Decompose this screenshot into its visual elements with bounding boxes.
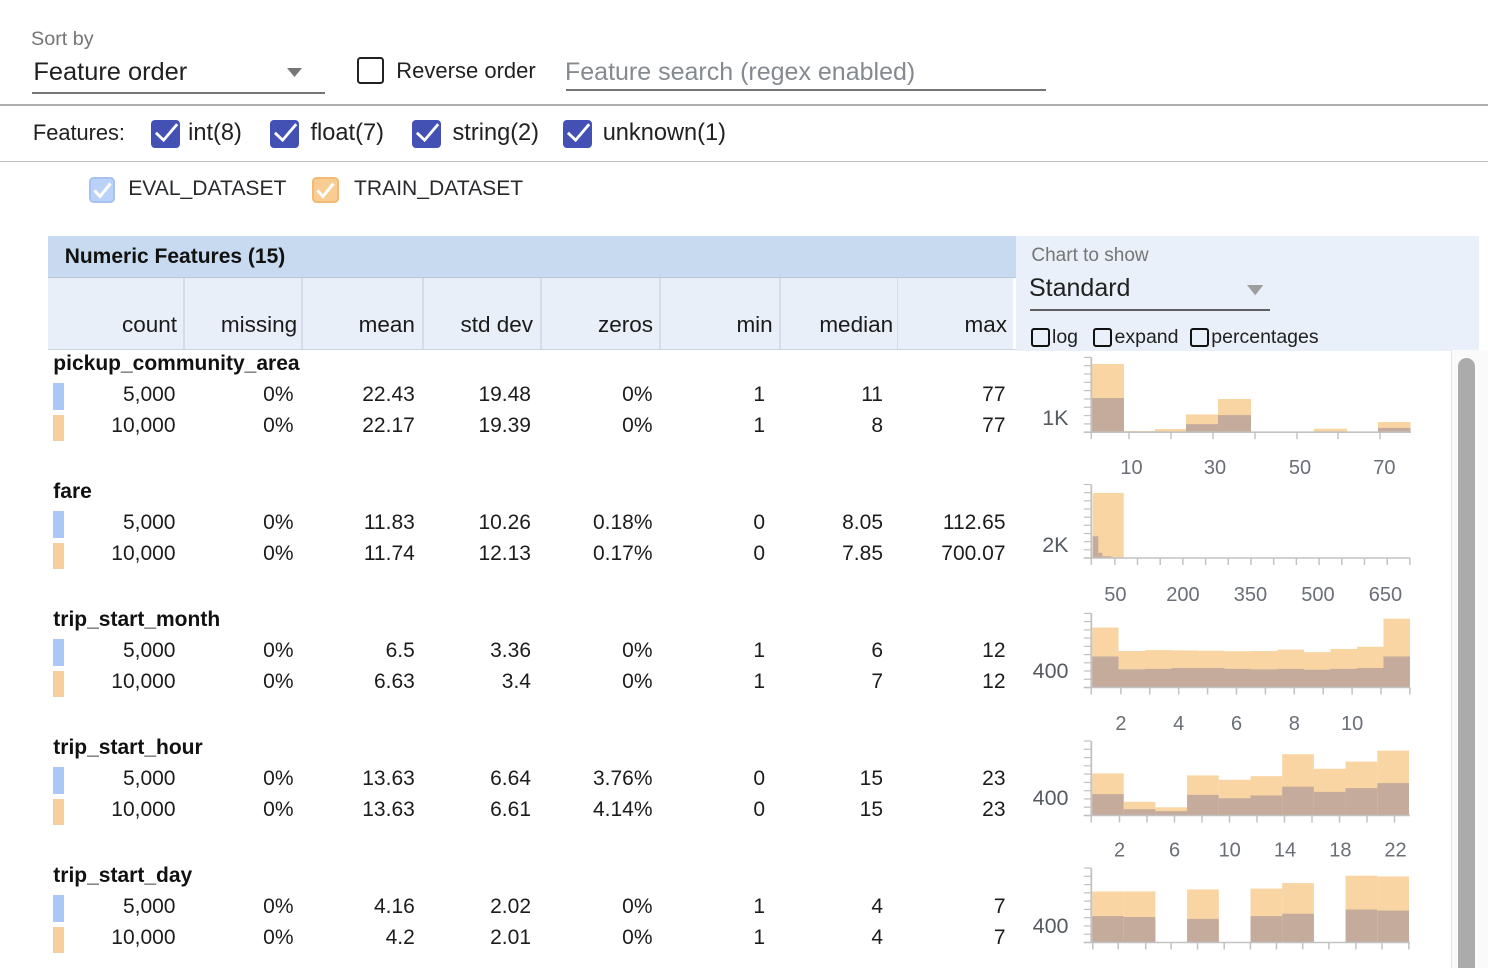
svg-text:200: 200	[1166, 584, 1199, 606]
svg-text:500: 500	[1301, 584, 1334, 606]
svg-text:10: 10	[1341, 713, 1363, 735]
svg-text:22: 22	[1384, 840, 1406, 862]
svg-text:50: 50	[1289, 457, 1311, 479]
svg-text:650: 650	[1369, 584, 1402, 606]
svg-text:4: 4	[1173, 713, 1184, 735]
svg-text:6: 6	[1231, 713, 1242, 735]
svg-text:2: 2	[1115, 713, 1126, 735]
svg-text:30: 30	[1204, 457, 1226, 479]
svg-text:18: 18	[1329, 840, 1351, 862]
svg-text:2: 2	[1114, 840, 1125, 862]
svg-text:6: 6	[1169, 840, 1180, 862]
svg-text:14: 14	[1274, 840, 1296, 862]
svg-text:8: 8	[1289, 713, 1300, 735]
svg-text:10: 10	[1219, 840, 1241, 862]
svg-text:10: 10	[1120, 457, 1142, 479]
svg-text:70: 70	[1373, 457, 1395, 479]
svg-text:50: 50	[1104, 584, 1126, 606]
svg-text:350: 350	[1234, 584, 1267, 606]
